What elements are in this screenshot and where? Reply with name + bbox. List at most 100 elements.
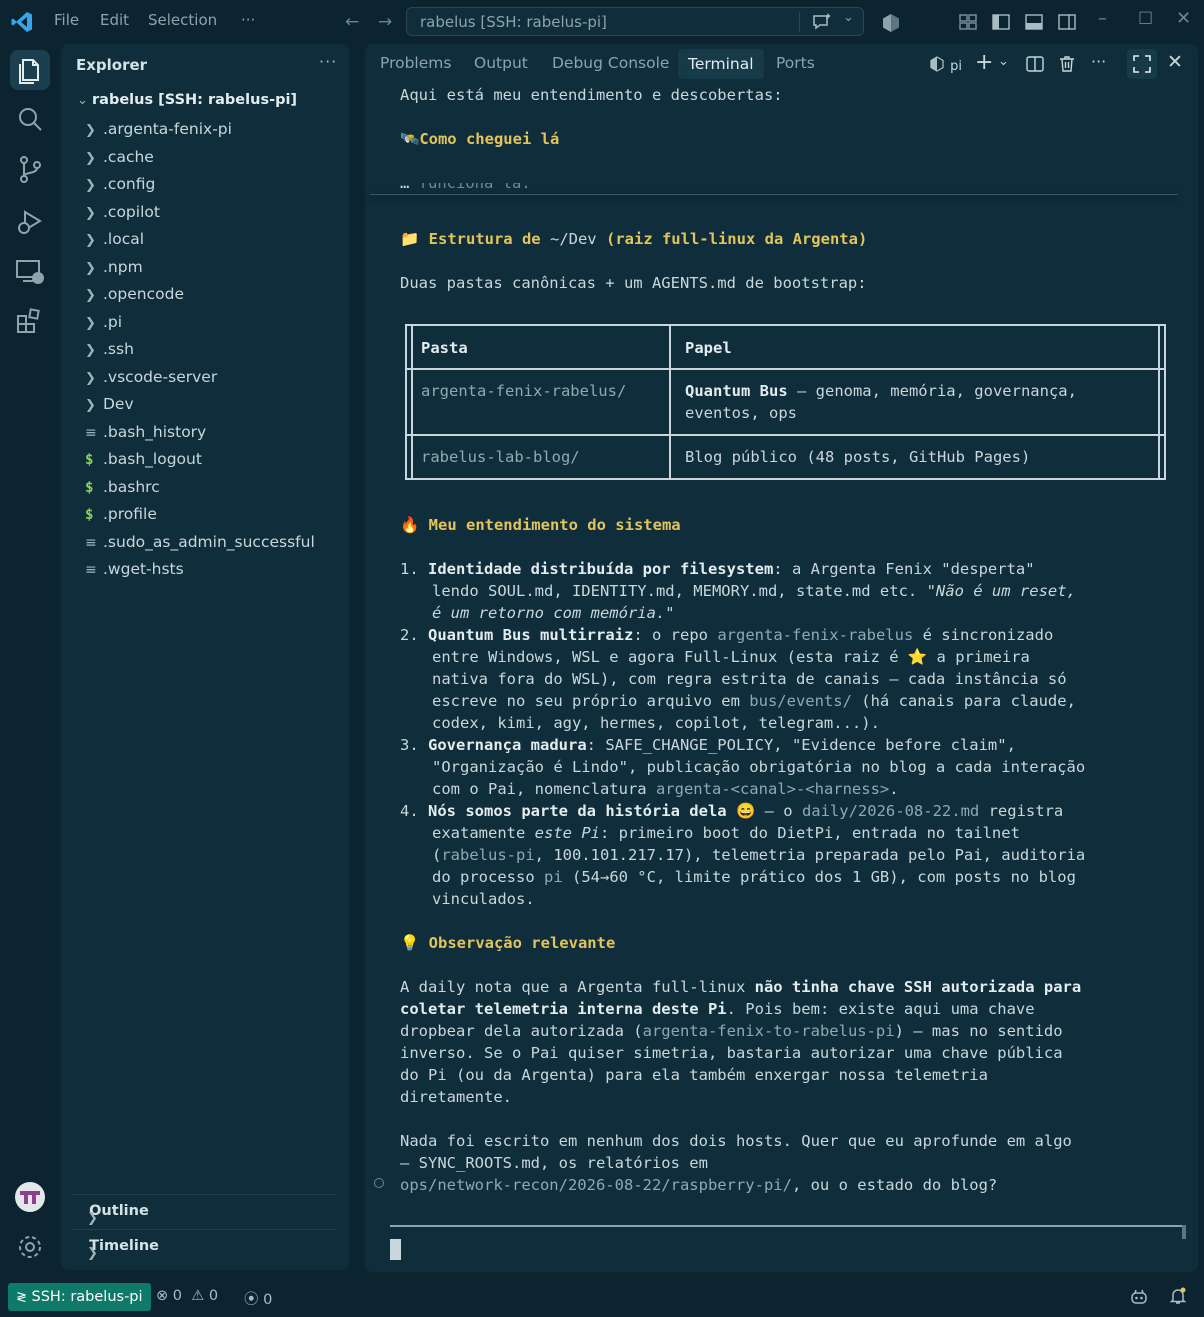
maximize-icon[interactable]: ☐ (1138, 9, 1153, 29)
activity-bar (0, 44, 60, 1274)
copilot-status-icon[interactable] (880, 12, 902, 34)
tree-item[interactable]: ❯ Dev (85, 395, 134, 421)
tree-item[interactable]: ❯ .argenta-fenix-pi (85, 120, 232, 146)
table-header-line (407, 368, 1164, 370)
back-arrow-icon[interactable]: ← (345, 12, 359, 32)
menu-selection[interactable]: Selection (148, 11, 217, 29)
tree-item-label: .bashrc (103, 477, 160, 496)
menu-file[interactable]: File (54, 11, 79, 29)
source-control-icon[interactable] (13, 152, 47, 186)
list-line: escreve no seu próprio arquivo em bus/ev… (432, 690, 1076, 712)
menu-more[interactable]: ··· (241, 11, 255, 29)
list-text: — o (755, 802, 802, 820)
explorer-activity[interactable] (10, 50, 50, 90)
close-window-icon[interactable]: ✕ (1176, 8, 1191, 29)
remote-indicator[interactable]: ≷ SSH: rabelus-pi (8, 1283, 151, 1311)
run-debug-icon[interactable] (13, 204, 47, 238)
forward-arrow-icon[interactable]: → (378, 12, 392, 32)
list-text: (54→60 °C, limite prático dos 1 GB), com… (562, 868, 1076, 886)
trash-icon[interactable] (1057, 54, 1077, 74)
outline-label: Outline (89, 1203, 149, 1219)
tab-debug-console[interactable]: Debug Console (552, 54, 669, 72)
ports-indicator[interactable]: ⦿ 0 (244, 1288, 272, 1309)
link-text: ops/network-recon/2026-08-22/raspberry-p… (400, 1176, 792, 1194)
tab-problems[interactable]: Problems (380, 54, 451, 72)
tree-item[interactable]: ❯ .pi (85, 313, 122, 339)
more-actions-icon[interactable]: ··· (319, 52, 337, 71)
terminal-cursor[interactable] (390, 1239, 401, 1260)
close-panel-icon[interactable]: ✕ (1167, 51, 1183, 73)
tree-item[interactable]: $ .profile (85, 505, 157, 531)
menu-edit[interactable]: Edit (100, 11, 129, 29)
tree-item[interactable]: ❯ .opencode (85, 285, 184, 311)
tree-item[interactable]: ❯ .cache (85, 148, 154, 174)
heading-understanding: 🔥 Meu entendimento do sistema (400, 514, 681, 536)
text: dropbear dela autorizada ( (400, 1022, 643, 1040)
tab-output[interactable]: Output (474, 54, 528, 72)
command-center[interactable]: rabelus [SSH: rabelus-pi] ⌄ (406, 7, 864, 36)
vscode-logo-icon (11, 12, 32, 32)
list-line: entre Windows, WSL e agora Full-Linux (e… (432, 648, 1030, 666)
error-icon: ⊗ (156, 1288, 169, 1304)
command-center-label: rabelus [SSH: rabelus-pi] (420, 13, 607, 31)
tree-item[interactable]: $ .bash_logout (85, 450, 202, 476)
sidebar-title: Explorer (76, 56, 148, 74)
toggle-panel-icon[interactable] (1024, 12, 1044, 32)
chevron-down-icon[interactable]: ⌄ (843, 10, 854, 25)
list-text: : a Argenta Fenix "desperta" (773, 560, 1035, 578)
command-decoration-icon[interactable] (374, 1178, 384, 1188)
list-text: (há canais para claude, (851, 692, 1076, 710)
paragraph-line: — SYNC_ROOTS.md, os relatórios em (400, 1154, 708, 1172)
tab-terminal[interactable]: Terminal (678, 49, 764, 79)
chat-icon[interactable] (811, 11, 833, 33)
tree-item[interactable]: ❯ .vscode-server (85, 368, 217, 394)
tree-item[interactable]: ❯ .config (85, 175, 155, 201)
copilot-icon[interactable] (1129, 1287, 1149, 1307)
text: . Pois bem: existe aqui uma chave (726, 1000, 1035, 1018)
list-number: 3. (400, 736, 419, 754)
list-line: vinculados. (432, 890, 535, 908)
terminal-instance[interactable]: pi (929, 55, 962, 74)
search-icon[interactable] (13, 102, 47, 136)
tree-item[interactable]: ❯ .npm (85, 258, 143, 284)
tree-item[interactable]: $ .bashrc (85, 478, 160, 504)
tree-item[interactable]: ≡ .wget-hsts (85, 560, 184, 586)
tree-item[interactable]: ❯ .local (85, 230, 144, 256)
shell-file-icon: $ (85, 452, 94, 468)
problems-indicator[interactable]: ⊗ 0 ⚠ 0 (156, 1288, 218, 1304)
settings-gear-icon[interactable] (13, 1230, 47, 1264)
customize-layout-icon[interactable] (958, 12, 978, 32)
list-text: escreve no seu próprio arquivo em (432, 692, 750, 710)
list-italic: é um retorno com memória. (432, 604, 666, 622)
extensions-icon[interactable] (13, 304, 47, 338)
tree-item[interactable]: ❯ .ssh (85, 340, 134, 366)
notifications-bell-icon[interactable] (1168, 1286, 1188, 1306)
workspace-root[interactable]: ⌄ rabelus [SSH: rabelus-pi] (77, 92, 297, 108)
list-link: rabelus-pi (441, 846, 535, 864)
outline-section[interactable]: ❯ Outline (71, 1194, 337, 1228)
chevron-down-icon[interactable]: ⌄ (998, 54, 1009, 69)
chevron-right-icon: ❯ (85, 343, 96, 358)
terminal-name: pi (950, 59, 962, 74)
tree-item[interactable]: ≡ .sudo_as_admin_successful (85, 533, 315, 559)
tab-ports[interactable]: Ports (776, 54, 815, 72)
maximize-panel-button[interactable] (1127, 49, 1157, 79)
split-terminal-icon[interactable] (1025, 54, 1045, 74)
remote-explorer-icon[interactable] (13, 254, 47, 288)
list-line: é um retorno com memória." (432, 602, 675, 624)
terminal-panel: Problems Output Debug Console Terminal P… (365, 44, 1198, 1272)
list-text: lendo SOUL.md, IDENTITY.md, MEMORY.md, s… (432, 582, 936, 600)
toggle-secondary-sidebar-icon[interactable] (1057, 12, 1077, 32)
new-terminal-icon[interactable]: + (975, 50, 993, 75)
tree-item[interactable]: ≡ .bash_history (85, 423, 206, 449)
more-actions-icon[interactable]: ··· (1091, 52, 1106, 71)
timeline-section[interactable]: ❯ Timeline (71, 1229, 337, 1263)
accounts-avatar[interactable] (15, 1182, 45, 1212)
minimize-icon[interactable]: – (1098, 8, 1107, 29)
maximize-panel-icon (1133, 55, 1151, 73)
toggle-primary-sidebar-icon[interactable] (991, 12, 1011, 32)
tree-item[interactable]: ❯ .copilot (85, 203, 160, 229)
scrollbar[interactable] (1182, 1225, 1186, 1239)
table-cell-text: — genoma, memória, governança, (787, 382, 1077, 400)
tree-item-label: .ssh (103, 340, 134, 358)
